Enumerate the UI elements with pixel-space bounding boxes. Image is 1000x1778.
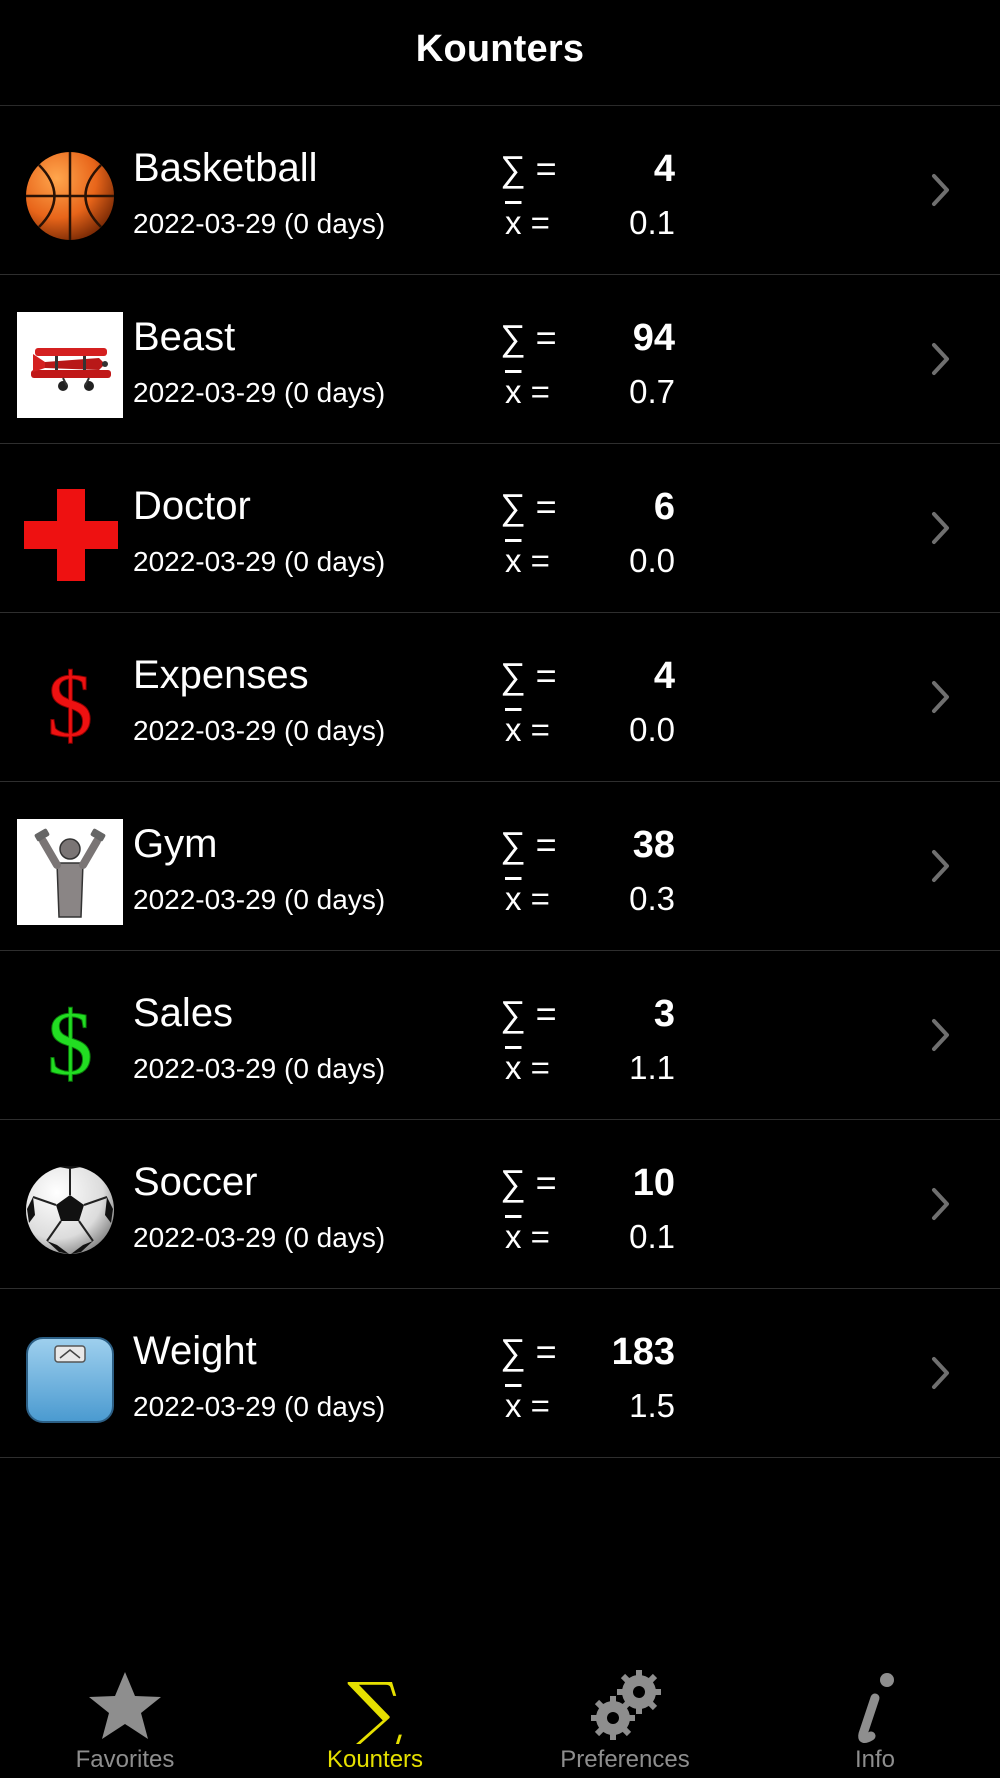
counter-name: Expenses [133,653,309,697]
chevron-right-icon [932,1019,949,1051]
mean-label: x = [505,880,550,917]
counter-row-beast[interactable]: Beast 2022-03-29 (0 days) ∑ = x = 94 0.7 [0,275,1000,444]
counter-date: 2022-03-29 (0 days) [133,884,386,915]
sum-value: 4 [653,655,675,697]
tab-label: Kounters [326,1746,424,1773]
mean-value: 0.0 [629,542,675,579]
sum-label: ∑ = [500,993,557,1034]
counter-row-doctor[interactable]: Doctor 2022-03-29 (0 days) ∑ = x = 6 0.0 [0,444,1000,613]
chevron-right-icon [932,850,949,882]
counter-row-weight[interactable]: Weight 2022-03-29 (0 days) ∑ = x = 183 1… [0,1289,1000,1458]
mean-label: x = [505,204,550,241]
mean-value: 0.3 [629,880,675,917]
counter-date: 2022-03-29 (0 days) [133,208,386,239]
sum-value: 3 [653,993,675,1035]
sum-value: 94 [632,317,675,359]
page-title: Kounters [415,28,585,70]
counter-date: 2022-03-29 (0 days) [133,715,386,746]
sum-value: 6 [653,486,675,528]
mean-value: 0.1 [629,1218,675,1255]
sum-label: ∑ = [500,1331,557,1372]
info-icon [858,1673,894,1744]
chevron-right-icon [932,1357,949,1389]
counter-list: Basketball 2022-03-29 (0 days) ∑ = x = 4… [0,106,1000,1458]
basketball-icon [17,143,123,249]
mean-label: x = [505,542,550,579]
counter-date: 2022-03-29 (0 days) [133,1391,386,1422]
sum-label: ∑ = [500,317,557,358]
chevron-right-icon [932,512,949,544]
airplane-icon [17,312,123,418]
mean-value: 0.0 [629,711,675,748]
scale-icon [17,1326,123,1432]
sigma-icon: ∑ [347,1668,403,1744]
counter-name: Soccer [133,1160,258,1204]
counter-name: Basketball [133,146,318,190]
mean-value: 1.5 [629,1387,675,1424]
counter-row-sales[interactable]: $ Sales 2022-03-29 (0 days) ∑ = x = 3 1.… [0,951,1000,1120]
svg-text:$: $ [47,992,93,1094]
mean-value: 1.1 [629,1049,675,1086]
tab-info[interactable]: Info [750,1660,1000,1778]
counter-name: Gym [133,822,218,866]
sum-label: ∑ = [500,655,557,696]
tab-kounters[interactable]: ∑ Kounters [250,1660,500,1778]
mean-label: x = [505,1218,550,1255]
red-dollar-icon: $ [17,650,123,757]
tab-bar: Favorites ∑ Kounters Preferences Info [0,1660,1000,1778]
sum-value: 183 [611,1331,675,1373]
counter-name: Beast [133,315,236,359]
tab-label: Info [854,1746,896,1773]
counter-date: 2022-03-29 (0 days) [133,1222,386,1253]
counter-name: Doctor [133,484,251,528]
gears-icon [591,1670,661,1740]
sum-label: ∑ = [500,148,557,189]
dumbbell-person-icon [17,819,123,925]
svg-text:$: $ [47,654,93,756]
mean-label: x = [505,373,550,410]
green-dollar-icon: $ [17,988,123,1095]
counter-row-gym[interactable]: Gym 2022-03-29 (0 days) ∑ = x = 38 0.3 [0,782,1000,951]
soccer-ball-icon [17,1157,123,1263]
red-cross-icon [17,481,123,587]
mean-label: x = [505,711,550,748]
mean-label: x = [505,1049,550,1086]
counter-date: 2022-03-29 (0 days) [133,377,386,408]
tab-favorites[interactable]: Favorites [0,1660,250,1778]
counter-date: 2022-03-29 (0 days) [133,1053,386,1084]
counter-name: Weight [133,1329,257,1373]
chevron-right-icon [932,681,949,713]
mean-value: 0.1 [629,204,675,241]
sum-label: ∑ = [500,486,557,527]
mean-label: x = [505,1387,550,1424]
counter-name: Sales [133,991,234,1035]
sum-label: ∑ = [500,824,557,865]
sum-value: 4 [653,148,675,190]
sum-value: 38 [632,824,675,866]
tab-label: Favorites [75,1746,175,1773]
tab-label: Preferences [560,1746,690,1773]
counter-row-soccer[interactable]: Soccer 2022-03-29 (0 days) ∑ = x = 10 0.… [0,1120,1000,1289]
chevron-right-icon [932,174,949,206]
chevron-right-icon [932,343,949,375]
star-icon [89,1672,161,1739]
chevron-right-icon [932,1188,949,1220]
sum-label: ∑ = [500,1162,557,1203]
navigation-bar: Kounters [0,0,1000,106]
counter-row-expenses[interactable]: $ Expenses 2022-03-29 (0 days) ∑ = x = 4… [0,613,1000,782]
mean-value: 0.7 [629,373,675,410]
counter-row-basketball[interactable]: Basketball 2022-03-29 (0 days) ∑ = x = 4… [0,106,1000,275]
svg-text:∑: ∑ [347,1668,403,1744]
tab-preferences[interactable]: Preferences [500,1660,750,1778]
counter-date: 2022-03-29 (0 days) [133,546,386,577]
sum-value: 10 [632,1162,675,1204]
